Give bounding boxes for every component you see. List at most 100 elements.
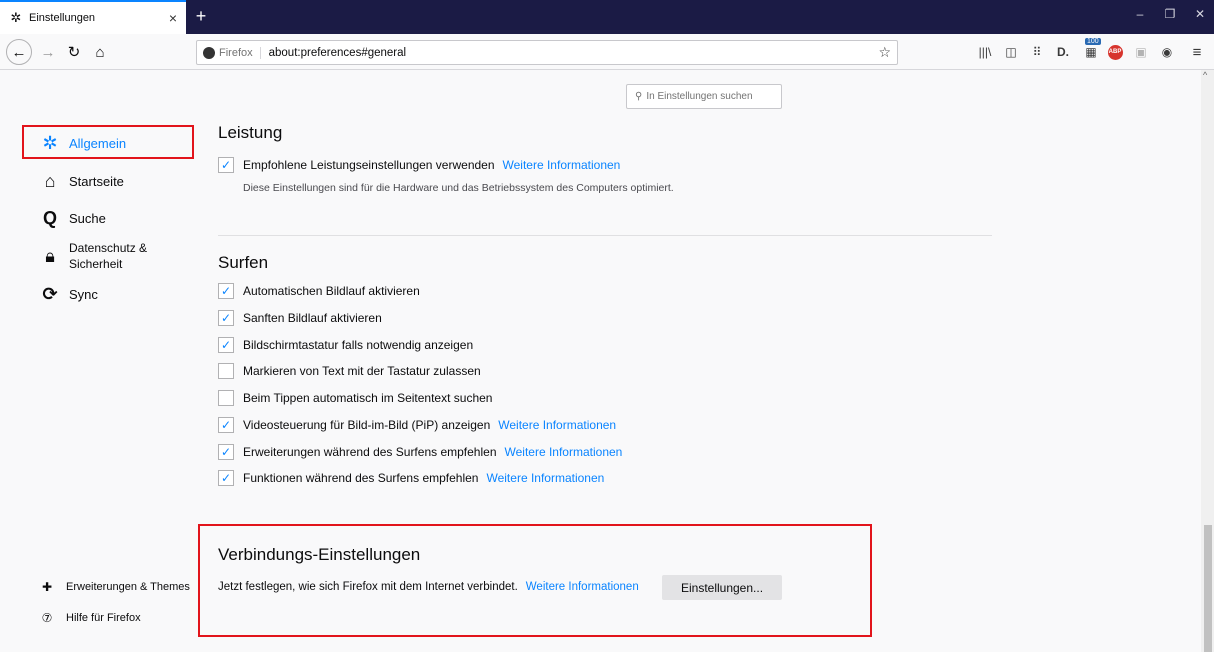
section-title-leistung: Leistung — [218, 123, 283, 142]
home-icon: ⌂ — [44, 170, 56, 191]
extension-d-icon[interactable]: D. — [1054, 43, 1072, 61]
verbindung-row: Jetzt festlegen, wie sich Firefox mit de… — [218, 581, 639, 593]
url-bar[interactable]: Firefox about:preferences#general ☆ — [196, 40, 898, 65]
forward-button[interactable]: → — [36, 40, 60, 64]
option-label: Beim Tippen automatisch im Seitentext su… — [243, 391, 493, 405]
option-pip-controls[interactable]: ✓ Videosteuerung für Bild-im-Bild (PiP) … — [218, 417, 616, 433]
leistung-description: Diese Einstellungen sind für die Hardwar… — [243, 182, 674, 194]
checkbox-checked[interactable]: ✓ — [218, 283, 234, 299]
firefox-identity-icon — [203, 46, 215, 59]
scrollbar[interactable]: ^ — [1201, 70, 1214, 652]
arrow-left-icon: ← — [11, 43, 27, 61]
more-info-link[interactable]: Weitere Informationen — [526, 581, 639, 593]
more-info-link[interactable]: Weitere Informationen — [486, 471, 604, 485]
more-info-link[interactable]: Weitere Informationen — [505, 445, 623, 459]
more-info-link[interactable]: Weitere Informationen — [503, 158, 621, 172]
checkbox-checked[interactable]: ✓ — [218, 417, 234, 433]
connection-settings-button[interactable]: Einstellungen... — [662, 575, 782, 600]
identity-label: Firefox — [219, 46, 261, 59]
tab-einstellungen[interactable]: ✲ Einstellungen × — [0, 0, 186, 34]
puzzle-icon: ✚ — [41, 580, 53, 594]
sidebar-item-datenschutz[interactable]: 🔒︎ Datenschutz & Sicherheit — [40, 240, 147, 272]
sidebar-item-label-line2: Sicherheit — [69, 257, 123, 271]
checkbox-checked[interactable]: ✓ — [218, 310, 234, 326]
main-content: Leistung ✓ Empfohlene Leistungseinstellu… — [198, 70, 1200, 652]
section-title-verbindung: Verbindungs-Einstellungen — [218, 545, 421, 564]
scrollbar-thumb[interactable] — [1204, 525, 1212, 652]
more-info-link[interactable]: Weitere Informationen — [498, 418, 616, 432]
sidebar-item-label: Startseite — [69, 173, 124, 189]
sidebar-item-label-line1: Datenschutz & — [69, 241, 148, 255]
option-recommend-extensions[interactable]: ✓ Erweiterungen während des Surfens empf… — [218, 444, 622, 460]
sidebar-footer-extensions[interactable]: ✚ Erweiterungen & Themes — [40, 580, 190, 594]
option-find-as-you-type[interactable]: Beim Tippen automatisch im Seitentext su… — [218, 390, 492, 406]
section-title-surfen: Surfen — [218, 253, 269, 272]
sidebar-item-suche[interactable]: Q Suche — [40, 208, 106, 228]
sidebar: ✲ Allgemein ⌂ Startseite Q Suche 🔒︎ Date… — [0, 70, 200, 652]
restore-button[interactable]: ❐ — [1160, 7, 1180, 21]
option-label: Erweiterungen während des Surfens empfeh… — [243, 445, 497, 459]
checkbox-checked[interactable]: ✓ — [218, 444, 234, 460]
scroll-up-icon[interactable]: ^ — [1203, 70, 1207, 80]
option-label: Markieren von Text mit der Tastatur zula… — [243, 364, 481, 378]
checkbox-unchecked[interactable] — [218, 363, 234, 379]
sidebar-item-label: Sync — [69, 286, 98, 302]
option-label: Automatischen Bildlauf aktivieren — [243, 284, 420, 298]
back-button[interactable]: ← — [6, 39, 32, 65]
sidebar-item-startseite[interactable]: ⌂ Startseite — [40, 171, 124, 191]
option-label: Sanften Bildlauf aktivieren — [243, 311, 382, 325]
home-button[interactable]: ⌂ — [88, 40, 112, 64]
option-leistung[interactable]: ✓ Empfohlene Leistungseinstellungen verw… — [218, 157, 620, 173]
gear-icon: ✲ — [42, 132, 58, 153]
minimize-button[interactable]: – — [1130, 7, 1150, 21]
badge-count: 100 — [1085, 38, 1101, 45]
gear-icon: ✲ — [10, 10, 22, 25]
section-divider — [218, 235, 992, 236]
preferences-page: ⚲ In Einstellungen suchen ✲ Allgemein ⌂ … — [0, 70, 1214, 652]
option-recommend-features[interactable]: ✓ Funktionen während des Surfens empfehl… — [218, 470, 604, 486]
extension-badge-icon[interactable]: 100 ▦ — [1082, 38, 1101, 61]
grid-apps-icon[interactable]: ⠿ — [1028, 43, 1046, 61]
footer-label: Hilfe für Firefox — [66, 612, 141, 624]
sidebar-item-label: Suche — [69, 210, 106, 226]
checkbox-unchecked[interactable] — [218, 390, 234, 406]
sidebar-item-sync[interactable]: ⟳ Sync — [40, 283, 98, 304]
option-autoscroll[interactable]: ✓ Automatischen Bildlauf aktivieren — [218, 283, 420, 299]
verbindung-text: Jetzt festlegen, wie sich Firefox mit de… — [218, 581, 518, 593]
library-icon[interactable]: |||\ — [976, 43, 994, 61]
sidebar-item-label: Allgemein — [69, 135, 127, 151]
sync-icon: ⟳ — [42, 283, 58, 304]
account-icon[interactable]: ◉ — [1158, 43, 1176, 61]
reload-button[interactable]: ↻ — [62, 40, 86, 64]
close-window-button[interactable]: ✕ — [1190, 7, 1210, 21]
footer-label: Erweiterungen & Themes — [66, 581, 190, 593]
option-touch-keyboard[interactable]: ✓ Bildschirmtastatur falls notwendig anz… — [218, 337, 473, 353]
menu-icon[interactable]: ≡ — [1188, 43, 1206, 61]
checkbox-checked[interactable]: ✓ — [218, 157, 234, 173]
sidebar-item-allgemein[interactable]: ✲ Allgemein — [40, 133, 126, 153]
help-icon: ⑦ — [41, 611, 53, 625]
checkbox-checked[interactable]: ✓ — [218, 470, 234, 486]
adblock-label: ABP — [1107, 44, 1123, 60]
option-smooth-scroll[interactable]: ✓ Sanften Bildlauf aktivieren — [218, 310, 382, 326]
home-icon: ⌂ — [95, 43, 105, 61]
tab-title: Einstellungen — [29, 12, 96, 24]
adblock-icon[interactable]: ABP — [1106, 43, 1124, 61]
checkbox-checked[interactable]: ✓ — [218, 337, 234, 353]
navigation-toolbar: ← → ↻ ⌂ Firefox about:preferences#genera… — [0, 34, 1214, 70]
reload-icon: ↻ — [67, 44, 81, 61]
option-caret-browsing[interactable]: Markieren von Text mit der Tastatur zula… — [218, 363, 481, 379]
bookmark-star-icon[interactable]: ☆ — [878, 44, 891, 61]
url-text[interactable]: about:preferences#general — [269, 47, 406, 59]
option-label: Videosteuerung für Bild-im-Bild (PiP) an… — [243, 418, 491, 432]
tab-bar: ✲ Einstellungen × + – ❐ ✕ — [0, 0, 1214, 34]
sidebar-footer-help[interactable]: ⑦ Hilfe für Firefox — [40, 611, 141, 625]
new-tab-button[interactable]: + — [190, 5, 212, 27]
close-tab-icon[interactable]: × — [164, 9, 182, 27]
sidebar-toggle-icon[interactable]: ◫ — [1002, 43, 1020, 61]
arrow-right-icon: → — [40, 43, 56, 61]
option-label: Bildschirmtastatur falls notwendig anzei… — [243, 338, 474, 352]
search-icon: Q — [42, 207, 57, 228]
extension-disabled-icon[interactable]: ▣ — [1132, 43, 1150, 61]
option-label: Empfohlene Leistungseinstellungen verwen… — [243, 158, 495, 172]
